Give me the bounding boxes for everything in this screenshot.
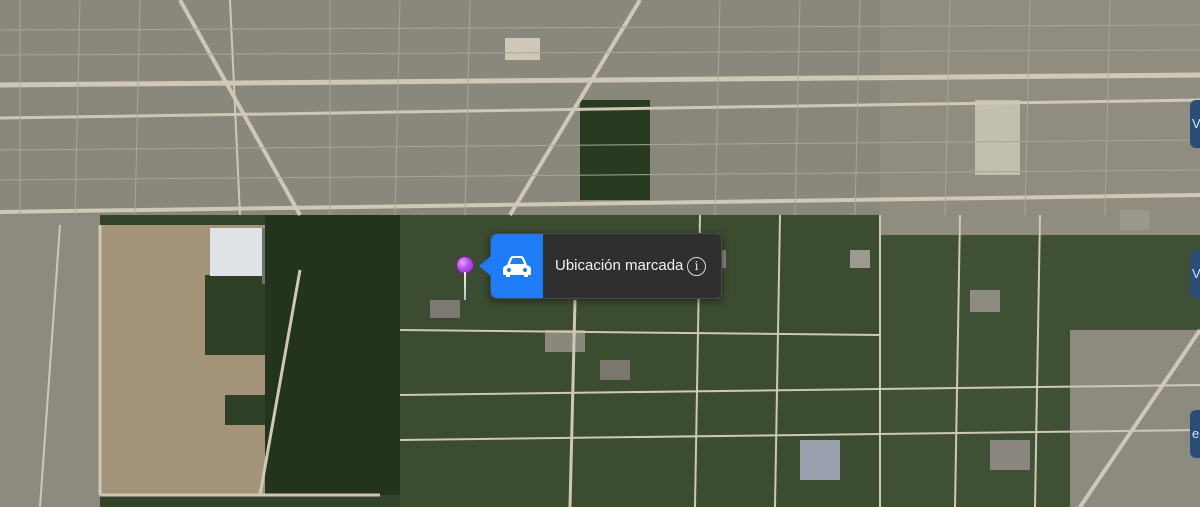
side-panel-tab-label: V xyxy=(1192,266,1200,281)
side-panel-tab-label: e xyxy=(1192,426,1200,441)
dropped-pin-icon[interactable] xyxy=(456,256,474,304)
warehouse-building xyxy=(210,228,262,276)
car-icon xyxy=(503,256,531,277)
directions-button[interactable] xyxy=(491,234,543,298)
side-panel-tab[interactable]: V xyxy=(1190,100,1200,148)
side-panel-tab[interactable]: e xyxy=(1190,410,1200,458)
info-icon[interactable]: i xyxy=(687,257,706,276)
location-callout[interactable]: Ubicación marcada i xyxy=(479,233,722,299)
callout-title: Ubicación marcada xyxy=(555,257,684,274)
side-panel-tab-label: V xyxy=(1192,116,1200,131)
callout-pointer xyxy=(479,256,491,276)
pin-needle xyxy=(464,272,466,300)
side-panel-tab[interactable]: V xyxy=(1190,250,1200,298)
